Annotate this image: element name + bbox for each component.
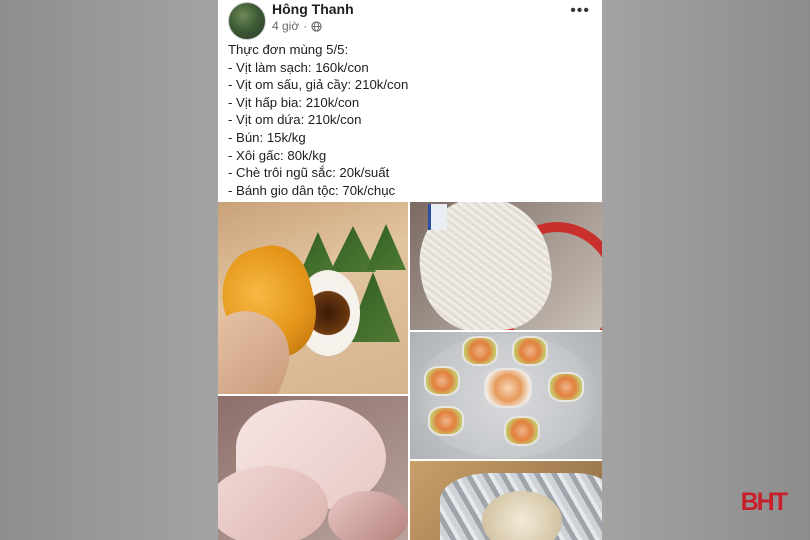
watermark-logo: BHT <box>740 488 788 516</box>
menu-item: - Bánh gio dân tộc: 70k/chục <box>228 182 396 198</box>
menu-item: - Vịt làm sạch: 160k/con <box>228 59 369 75</box>
author-name[interactable]: Hông Thanh <box>272 1 354 17</box>
dessert-bowl <box>462 336 498 366</box>
post-text: Thực đơn mùng 5/5: - Vịt làm sạch: 160k/… <box>228 41 588 199</box>
post-header: Hông Thanh 4 giờ · ••• <box>218 0 602 40</box>
dessert-bowl <box>484 368 532 408</box>
menu-item: - Vịt hấp bia: 210k/con <box>228 94 360 110</box>
dessert-bowl <box>428 406 464 436</box>
menu-item: - Chè trôi ngũ sắc: 20k/suất <box>228 165 390 181</box>
menu-item: - Vịt om dứa: 210k/con <box>228 112 362 128</box>
background-right <box>602 0 810 540</box>
photo-raw-duck[interactable] <box>410 202 602 330</box>
post-time[interactable]: 4 giờ <box>272 19 299 33</box>
photo-cleaned-duck[interactable] <box>218 396 408 540</box>
leaf-cake <box>366 224 406 270</box>
dessert-bowl <box>504 416 540 446</box>
package-label <box>428 204 447 230</box>
dessert-bowl <box>424 366 460 396</box>
menu-item: - Xôi gấc: 80k/kg <box>228 147 327 163</box>
photo-grid <box>218 202 602 540</box>
photo-banh-gio[interactable] <box>218 202 408 394</box>
dot-separator: · <box>303 19 308 33</box>
facebook-post: Hông Thanh 4 giờ · ••• Thực đơn mùng 5/5… <box>218 0 602 540</box>
dessert-bowl <box>512 336 548 366</box>
globe-icon <box>311 20 322 32</box>
photo-foil-dish[interactable] <box>410 461 602 540</box>
avatar[interactable] <box>228 2 266 40</box>
menu-item: - Bún: 15k/kg <box>228 129 306 145</box>
duck <box>328 491 408 540</box>
menu-title: Thực đơn mùng 5/5: <box>228 42 349 57</box>
dessert-bowl <box>548 372 584 402</box>
menu-item: - Vịt om sấu, giả cầy: 210k/con <box>228 77 409 93</box>
background-left <box>0 0 218 540</box>
post-meta: 4 giờ · <box>272 19 322 33</box>
more-icon[interactable]: ••• <box>570 2 590 20</box>
photo-che-troi[interactable] <box>410 332 602 459</box>
